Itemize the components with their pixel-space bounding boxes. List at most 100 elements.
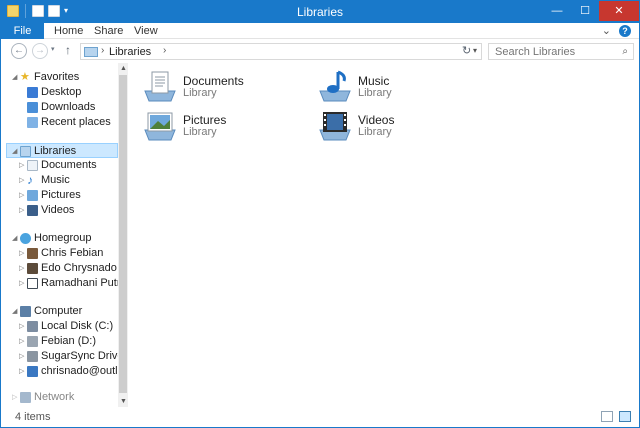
close-button[interactable]: ✕ [599,1,639,21]
collapse-chevron-icon[interactable]: ◢ [12,304,17,319]
search-box[interactable]: ⌕ [488,43,634,60]
star-icon: ★ [20,71,30,83]
large-icons-view-icon[interactable] [619,411,631,422]
scroll-up-icon[interactable]: ▲ [120,65,127,72]
library-name: Documents [183,74,244,88]
nav-item-ramadhani-putra[interactable]: ▷ Ramadhani Putra [2,276,127,291]
library-item-documents[interactable]: Documents Library [143,69,293,105]
search-input[interactable] [495,44,615,59]
help-icon[interactable]: ? [619,24,631,37]
breadcrumb-libraries[interactable]: Libraries [109,46,151,58]
tab-home[interactable]: Home [54,23,83,39]
expand-chevron-icon[interactable]: ▷ [19,246,24,261]
documents-library-icon [144,71,176,102]
scroll-thumb[interactable] [119,75,127,393]
back-button[interactable]: ← [11,43,27,59]
nav-item-recent-places[interactable]: Recent places [2,115,118,130]
address-history-chevron-icon[interactable]: ▾ [473,46,477,55]
recent-locations-chevron-icon[interactable]: ▾ [51,45,55,53]
music-icon: ♪ [27,173,33,187]
network-drive-icon [27,351,38,362]
details-view-icon[interactable] [601,411,613,422]
address-row: ← → ▾ ↑ › Libraries › ▾ ↻ ⌕ [1,40,639,62]
nav-libraries[interactable]: ◢ Libraries [6,143,118,158]
drive-icon [27,336,38,347]
computer-icon [20,306,31,317]
breadcrumb-separator-icon[interactable]: › [163,45,166,56]
collapse-chevron-icon[interactable]: ◢ [12,231,17,246]
expand-chevron-icon[interactable]: ▷ [19,173,24,188]
nav-item-downloads[interactable]: Downloads [2,100,118,115]
expand-chevron-icon[interactable]: ▷ [19,188,24,203]
view-toggle [601,411,631,422]
forward-button[interactable]: → [32,43,48,59]
scroll-down-icon[interactable]: ▼ [120,398,127,405]
library-item-music[interactable]: Music Library [318,69,468,105]
nav-item-edo-chrysnado[interactable]: ▷ Edo Chrysnado [2,261,118,276]
videos-icon [27,205,38,216]
ribbon-tabs: File Home Share View ⌄ ? [1,23,639,39]
title-bar: ▾ Libraries — ☐ ✕ [1,1,639,23]
expand-chevron-icon[interactable]: ▷ [19,334,24,349]
documents-icon [27,160,38,171]
nav-item-chris-febian[interactable]: ▷ Chris Febian [2,246,118,261]
nav-item-pictures[interactable]: ▷ Pictures [2,188,118,203]
library-name: Pictures [183,113,227,127]
homegroup-icon [20,233,31,244]
navigation-pane: ◢ ★ Favorites Desktop Downloads Recent p… [2,63,128,407]
nav-item-febian-d[interactable]: ▷ Febian (D:) [2,334,118,349]
library-name: Music [358,74,390,88]
pictures-icon [27,190,38,201]
expand-chevron-icon[interactable]: ▷ [19,364,24,379]
address-bar[interactable]: › Libraries › ▾ [80,43,482,60]
libraries-icon [20,146,31,157]
library-type: Library [183,87,217,99]
nav-homegroup[interactable]: ◢ Homegroup [2,231,118,246]
nav-item-sugarsync-drive[interactable]: ▷ SugarSync Drive (S:) [2,349,128,364]
chevron-down-icon[interactable]: ⌄ [602,24,611,37]
expand-chevron-icon[interactable]: ▷ [19,349,24,364]
user-avatar-icon [27,263,38,274]
item-count: 4 items [15,411,51,423]
expand-chevron-icon[interactable]: ▷ [19,158,24,173]
tab-file[interactable]: File [1,23,44,39]
collapse-chevron-icon[interactable]: ◢ [12,144,17,159]
nav-item-local-disk-c[interactable]: ▷ Local Disk (C:) [2,319,118,334]
nav-item-outlook-drive[interactable]: ▷ chrisnado@outlook.c [2,364,128,379]
nav-scrollbar[interactable]: ▲ ▼ [118,63,128,407]
nav-item-desktop[interactable]: Desktop [2,85,118,100]
tab-view[interactable]: View [134,23,158,39]
nav-item-videos[interactable]: ▷ Videos [2,203,118,218]
refresh-icon[interactable]: ↻ [462,44,471,57]
videos-library-icon [319,112,351,141]
search-icon[interactable]: ⌕ [622,46,628,57]
expand-chevron-icon[interactable]: ▷ [19,319,24,334]
nav-computer[interactable]: ◢ Computer [2,304,118,319]
collapse-chevron-icon[interactable]: ◢ [12,70,17,85]
expand-chevron-icon[interactable]: ▷ [19,203,24,218]
nav-item-documents[interactable]: ▷ Documents [2,158,118,173]
library-type: Library [358,87,392,99]
library-item-pictures[interactable]: Pictures Library [143,108,293,144]
local-disk-icon [27,321,38,332]
minimize-button[interactable]: — [543,1,571,21]
expand-chevron-icon[interactable]: ▷ [12,390,17,405]
library-type: Library [183,126,217,138]
nav-item-music[interactable]: ▷ ♪ Music [2,173,118,188]
breadcrumb-separator-icon[interactable]: › [101,45,104,56]
up-button[interactable]: ↑ [65,43,71,57]
library-type: Library [358,126,392,138]
cloud-drive-icon [27,366,38,377]
library-item-videos[interactable]: Videos Library [318,108,468,144]
maximize-button[interactable]: ☐ [571,1,599,21]
window-controls: — ☐ ✕ [543,1,639,21]
expand-chevron-icon[interactable]: ▷ [19,276,24,291]
music-library-icon [319,70,351,102]
expand-chevron-icon[interactable]: ▷ [19,261,24,276]
nav-favorites[interactable]: ◢ ★ Favorites [2,70,118,85]
ribbon-right-controls: ⌄ ? [602,24,631,37]
status-bar: 4 items [1,408,639,428]
downloads-icon [27,102,38,113]
nav-network[interactable]: ▷ Network [2,390,118,405]
tab-share[interactable]: Share [94,23,123,39]
